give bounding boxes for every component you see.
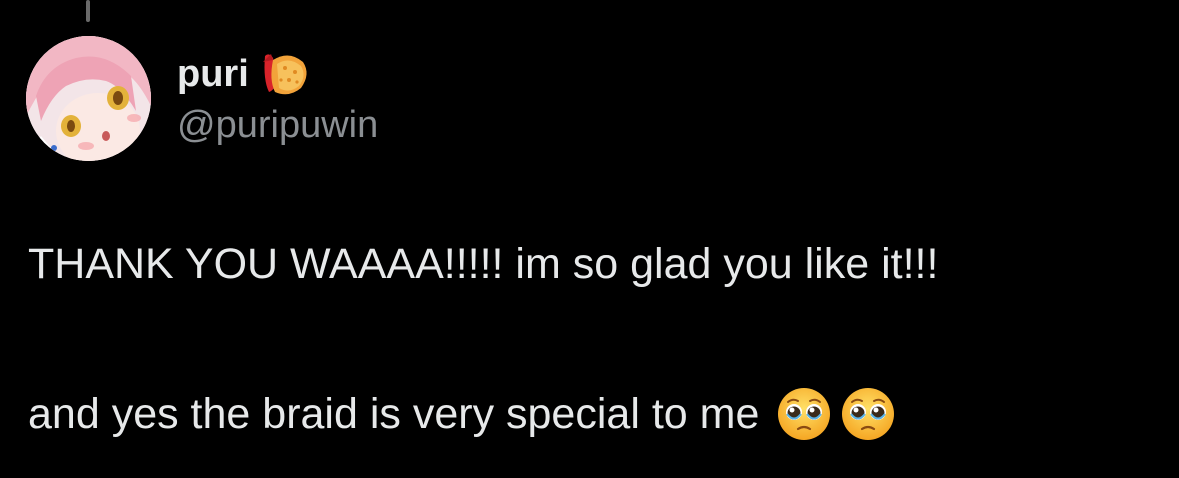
tweet-text-line-1: THANK YOU WAAAA!!!!! im so glad you like… <box>28 240 939 288</box>
thread-connector-line <box>86 0 90 22</box>
author-name-row[interactable]: puri <box>177 52 311 96</box>
display-name[interactable]: puri <box>177 55 249 93</box>
shrimp-icon <box>259 50 311 98</box>
avatar[interactable] <box>26 36 151 161</box>
pleading-face-icon <box>777 387 831 441</box>
tweet-text-line-2: and yes the braid is very special to me <box>28 387 895 441</box>
pleading-face-icon <box>841 387 895 441</box>
user-handle[interactable]: @puripuwin <box>177 106 378 144</box>
tweet-text-line-2-text: and yes the braid is very special to me <box>28 389 760 438</box>
